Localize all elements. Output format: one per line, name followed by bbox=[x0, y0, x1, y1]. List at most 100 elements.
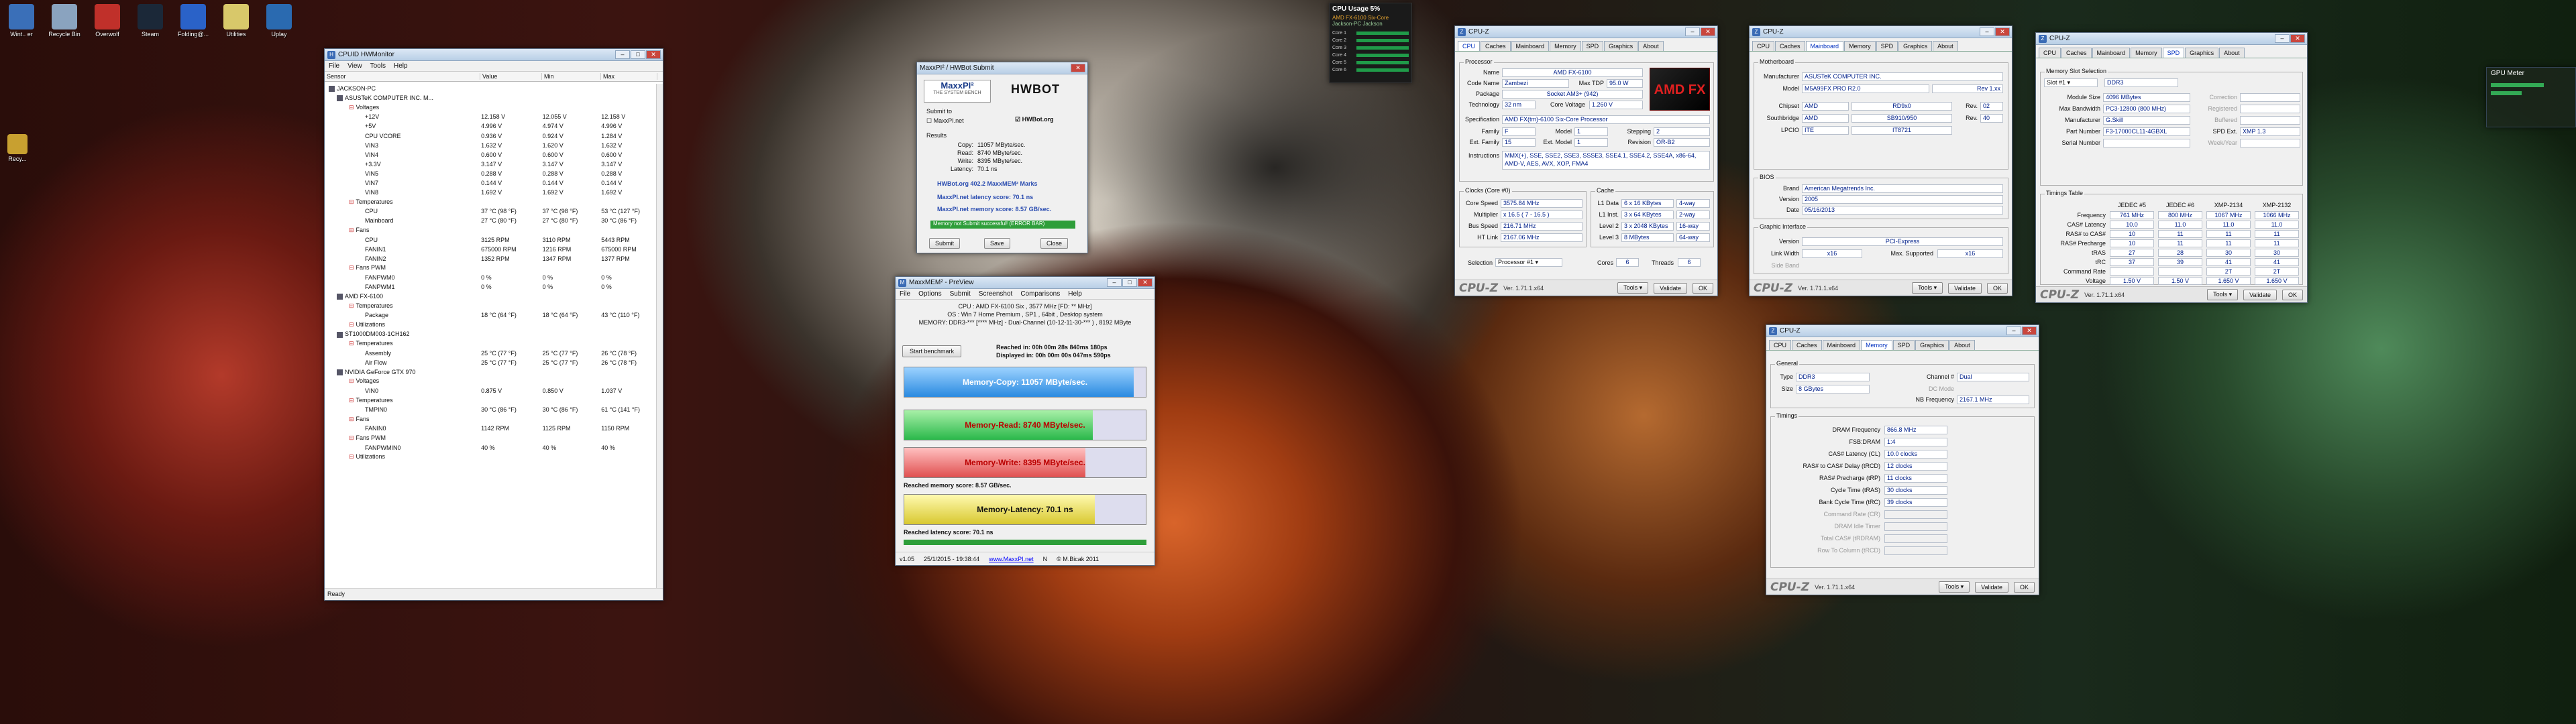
tab-cpu[interactable]: CPU bbox=[1458, 41, 1481, 51]
col-sensor[interactable]: Sensor bbox=[325, 73, 480, 80]
minimize-button[interactable]: – bbox=[2006, 326, 2021, 335]
tools-button[interactable]: Tools ▾ bbox=[1939, 581, 1970, 593]
desktop-icon-folding[interactable]: Folding@... bbox=[174, 4, 212, 38]
menu-tools[interactable]: Tools bbox=[370, 62, 386, 70]
table-row[interactable]: ⊟ Utilizations bbox=[325, 320, 656, 329]
minimize-button[interactable]: – bbox=[2275, 34, 2290, 43]
table-row[interactable]: +5V 4.996 V 4.974 V 4.996 V bbox=[325, 121, 656, 131]
tab-caches[interactable]: Caches bbox=[1792, 340, 1822, 350]
start-benchmark-button[interactable]: Start benchmark bbox=[902, 345, 962, 357]
tab-graphics[interactable]: Graphics bbox=[2185, 48, 2219, 58]
table-row[interactable]: ASUSTeK COMPUTER INC. M... bbox=[325, 93, 656, 103]
tools-button[interactable]: Tools ▾ bbox=[2207, 289, 2239, 300]
table-row[interactable]: FANIN2 1352 RPM 1347 RPM 1377 RPM bbox=[325, 254, 656, 263]
tab-cpu[interactable]: CPU bbox=[1752, 41, 1775, 51]
tab-spd[interactable]: SPD bbox=[1581, 41, 1604, 51]
table-row[interactable]: ⊟ Fans PWM bbox=[325, 433, 656, 442]
tab-mainboard[interactable]: Mainboard bbox=[1805, 41, 1844, 51]
col-min[interactable]: Min bbox=[542, 73, 601, 80]
desktop-icon-recycle-bin[interactable]: Recycle Bin bbox=[46, 4, 83, 38]
table-row[interactable]: VIN8 1.692 V 1.692 V 1.692 V bbox=[325, 188, 656, 197]
table-row[interactable]: +12V 12.158 V 12.055 V 12.158 V bbox=[325, 112, 656, 121]
scrollbar[interactable] bbox=[656, 84, 663, 588]
submit-button[interactable]: Submit bbox=[929, 238, 961, 249]
hwmonitor-window[interactable]: H CPUID HWMonitor – □ ✕ File View Tools Help S… bbox=[324, 48, 663, 601]
close-dialog-button[interactable]: Close bbox=[1040, 238, 1069, 249]
hwbot-option[interactable]: ☑ HWBot.org bbox=[1015, 116, 1054, 123]
title-bar[interactable]: MaxxPI² / HWBot Submit ✕ bbox=[917, 62, 1087, 74]
col-value[interactable]: Value bbox=[480, 73, 542, 80]
tab-cpu[interactable]: CPU bbox=[2039, 48, 2061, 58]
tab-spd[interactable]: SPD bbox=[2162, 48, 2185, 58]
table-row[interactable]: CPU 3125 RPM 3110 RPM 5443 RPM bbox=[325, 235, 656, 245]
table-row[interactable]: VIN5 0.288 V 0.288 V 0.288 V bbox=[325, 169, 656, 178]
desktop-icon-overwolf[interactable]: Overwolf bbox=[89, 4, 126, 38]
menu-help[interactable]: Help bbox=[1068, 290, 1082, 298]
table-row[interactable]: ⊟ Utilizations bbox=[325, 452, 656, 462]
table-row[interactable]: VIN0 0.875 V 0.850 V 1.037 V bbox=[325, 386, 656, 396]
table-row[interactable]: JACKSON-PC bbox=[325, 84, 656, 93]
validate-button[interactable]: Validate bbox=[1948, 282, 1982, 294]
tab-caches[interactable]: Caches bbox=[1775, 41, 1805, 51]
close-button[interactable]: ✕ bbox=[1071, 64, 1085, 72]
table-row[interactable]: FANPWMIN0 40 % 40 % 40 % bbox=[325, 443, 656, 452]
tab-memory[interactable]: Memory bbox=[2131, 48, 2162, 58]
ok-button[interactable]: OK bbox=[1986, 282, 2008, 294]
tools-button[interactable]: Tools ▾ bbox=[1912, 282, 1943, 294]
ok-button[interactable]: OK bbox=[2282, 289, 2303, 300]
ok-button[interactable]: OK bbox=[2013, 581, 2035, 593]
desktop-icon-steam[interactable]: Steam bbox=[131, 4, 169, 38]
validate-button[interactable]: Validate bbox=[2243, 289, 2277, 300]
tab-spd[interactable]: SPD bbox=[1876, 41, 1898, 51]
menu-view[interactable]: View bbox=[347, 62, 362, 70]
table-row[interactable]: CPU VCORE 0.936 V 0.924 V 1.284 V bbox=[325, 131, 656, 140]
maxxpi-option[interactable]: ☐ MaxxPI.net bbox=[926, 117, 964, 125]
tab-mainboard[interactable]: Mainboard bbox=[1511, 41, 1550, 51]
desktop-icon-uplay[interactable]: Uplay bbox=[260, 4, 298, 38]
tab-memory[interactable]: Memory bbox=[1550, 41, 1581, 51]
menu-comparisons[interactable]: Comparisons bbox=[1020, 290, 1060, 298]
close-button[interactable]: ✕ bbox=[1995, 27, 2010, 36]
save-button[interactable]: Save bbox=[984, 238, 1010, 249]
table-row[interactable]: VIN3 1.632 V 1.620 V 1.632 V bbox=[325, 141, 656, 150]
table-row[interactable]: TMPIN0 30 °C (86 °F) 30 °C (86 °F) 61 °C (1… bbox=[325, 405, 656, 414]
table-row[interactable]: ⊟ Temperatures bbox=[325, 396, 656, 405]
table-row[interactable]: Package 18 °C (64 °F) 18 °C (64 °F) 43 °C (… bbox=[325, 310, 656, 320]
tab-about[interactable]: About bbox=[1949, 340, 1975, 350]
menu-help[interactable]: Help bbox=[394, 62, 408, 70]
minimize-button[interactable]: – bbox=[1685, 27, 1700, 36]
minimize-button[interactable]: – bbox=[1107, 278, 1122, 287]
tab-caches[interactable]: Caches bbox=[1481, 41, 1511, 51]
website-link[interactable]: www.MaxxPI.net bbox=[989, 556, 1034, 562]
title-bar[interactable]: Z CPU-Z – ✕ bbox=[1750, 26, 2012, 38]
table-row[interactable]: ⊟ Temperatures bbox=[325, 339, 656, 349]
maximize-button[interactable]: □ bbox=[1122, 278, 1137, 287]
close-button[interactable]: ✕ bbox=[646, 50, 661, 59]
title-bar[interactable]: M MaxxMEM² - PreView – □ ✕ bbox=[896, 277, 1155, 289]
table-row[interactable]: FANPWM1 0 % 0 % 0 % bbox=[325, 282, 656, 292]
cpuz-cpu-window[interactable]: Z CPU-Z – ✕ CPU Caches Mainboard Memory SPD Gra… bbox=[1454, 25, 1718, 296]
tab-spd[interactable]: SPD bbox=[1892, 340, 1915, 350]
validate-button[interactable]: Validate bbox=[1975, 581, 2008, 593]
table-row[interactable]: ST1000DM003-1CH162 bbox=[325, 329, 656, 339]
cpuz-mainboard-window[interactable]: Z CPU-Z – ✕ CPU Caches Mainboard Memory SPD Gra… bbox=[1749, 25, 2012, 296]
table-row[interactable]: VIN4 0.600 V 0.600 V 0.600 V bbox=[325, 150, 656, 160]
title-bar[interactable]: Z CPU-Z – ✕ bbox=[1455, 26, 1717, 38]
menu-file[interactable]: File bbox=[900, 290, 910, 298]
tab-graphics[interactable]: Graphics bbox=[1915, 340, 1949, 350]
close-button[interactable]: ✕ bbox=[1138, 278, 1152, 287]
table-row[interactable]: ⊟ Fans bbox=[325, 414, 656, 424]
tab-about[interactable]: About bbox=[2219, 48, 2245, 58]
cpuz-spd-window[interactable]: Z CPU-Z – ✕ CPU Caches Mainboard Memory SPD Gra… bbox=[2035, 32, 2308, 303]
validate-button[interactable]: Validate bbox=[1654, 282, 1687, 294]
table-row[interactable]: Assembly 25 °C (77 °F) 25 °C (77 °F) 26 °C … bbox=[325, 349, 656, 358]
maximize-button[interactable]: □ bbox=[631, 50, 645, 59]
tools-button[interactable]: Tools ▾ bbox=[1617, 282, 1649, 294]
col-max[interactable]: Max bbox=[601, 73, 657, 80]
tab-graphics[interactable]: Graphics bbox=[1604, 41, 1638, 51]
table-row[interactable]: +3.3V 3.147 V 3.147 V 3.147 V bbox=[325, 160, 656, 169]
table-row[interactable]: AMD FX-6100 bbox=[325, 292, 656, 301]
table-row[interactable]: ⊟ Fans bbox=[325, 225, 656, 235]
minimize-button[interactable]: – bbox=[1980, 27, 1994, 36]
table-row[interactable]: ⊟ Fans PWM bbox=[325, 263, 656, 273]
